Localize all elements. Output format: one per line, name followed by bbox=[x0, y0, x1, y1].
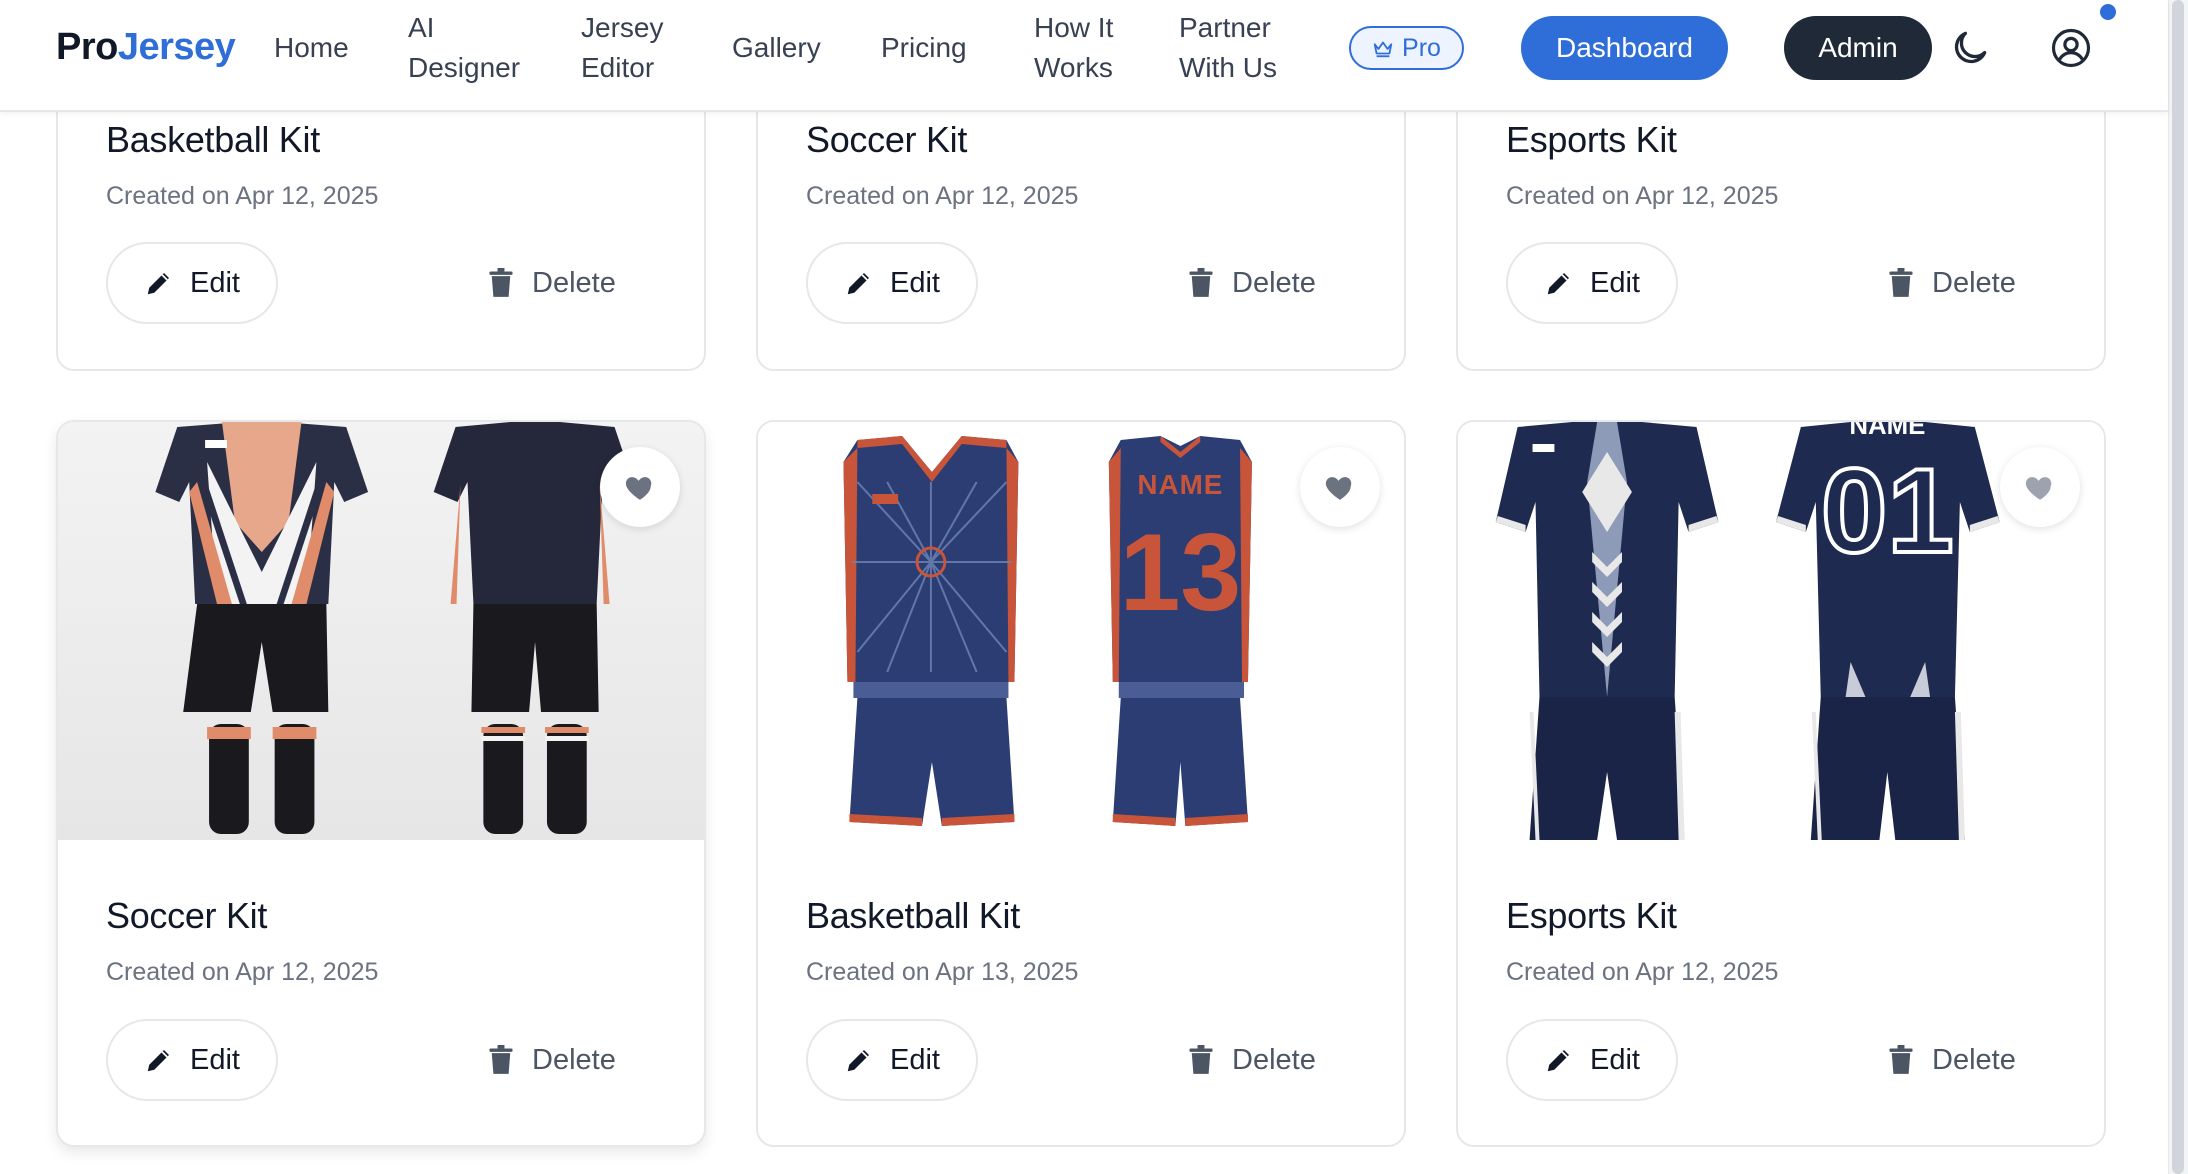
delete-button[interactable]: Delete bbox=[488, 1019, 616, 1101]
edit-label: Edit bbox=[890, 266, 940, 299]
top-navbar: ProJersey Home AI Designer Jersey Editor… bbox=[0, 0, 2168, 112]
user-circle-icon[interactable] bbox=[2050, 27, 2092, 69]
notification-dot bbox=[2100, 4, 2116, 20]
pencil-icon bbox=[147, 273, 169, 295]
trash-icon bbox=[1889, 268, 1913, 297]
heart-icon bbox=[2025, 477, 2052, 500]
card-date: Created on Apr 12, 2025 bbox=[106, 182, 379, 210]
delete-label: Delete bbox=[1932, 1043, 2016, 1076]
card-date: Created on Apr 12, 2025 bbox=[106, 958, 379, 986]
card-title: Soccer Kit bbox=[106, 895, 268, 936]
edit-button[interactable]: Edit bbox=[106, 242, 278, 324]
jersey-back-number: 13 bbox=[1120, 512, 1242, 634]
favorite-button[interactable] bbox=[600, 447, 680, 527]
moon-icon[interactable] bbox=[1948, 26, 1992, 70]
pencil-icon bbox=[1547, 273, 1569, 295]
nav-partner-line2: With Us bbox=[1179, 52, 1277, 83]
brand-logo-jersey: Jersey bbox=[117, 26, 236, 68]
nav-jersey-editor[interactable]: Jersey Editor bbox=[581, 8, 663, 88]
nav-gallery[interactable]: Gallery bbox=[732, 28, 821, 68]
nav-partner-line1: Partner bbox=[1179, 12, 1271, 43]
admin-button[interactable]: Admin bbox=[1784, 16, 1932, 80]
brand-logo-pro: Pro bbox=[56, 26, 118, 68]
delete-button[interactable]: Delete bbox=[488, 242, 616, 324]
edit-label: Edit bbox=[190, 266, 240, 299]
trash-icon bbox=[1189, 268, 1213, 297]
nav-pricing[interactable]: Pricing bbox=[881, 28, 967, 68]
favorite-button[interactable] bbox=[1300, 447, 1380, 527]
delete-button[interactable]: Delete bbox=[1188, 242, 1316, 324]
nav-how-it-works-line2: Works bbox=[1034, 52, 1113, 83]
delete-label: Delete bbox=[532, 1043, 616, 1076]
nav-jersey-editor-line2: Editor bbox=[581, 52, 655, 83]
pencil-icon bbox=[847, 273, 869, 295]
card-title: Basketball Kit bbox=[106, 119, 320, 160]
nav-partner-with-us[interactable]: Partner With Us bbox=[1179, 8, 1277, 88]
delete-label: Delete bbox=[532, 266, 616, 299]
delete-button[interactable]: Delete bbox=[1188, 1019, 1316, 1101]
nav-ai-designer-line1: AI bbox=[408, 12, 435, 43]
design-card: NAME 01 Esports Kit Created on Apr 12, 2… bbox=[1456, 420, 2106, 1147]
nav-jersey-editor-line1: Jersey bbox=[581, 12, 664, 43]
nav-how-it-works-line1: How It bbox=[1034, 12, 1114, 43]
nav-ai-designer-line2: Designer bbox=[408, 52, 521, 83]
edit-button[interactable]: Edit bbox=[106, 1019, 278, 1101]
card-title: Soccer Kit bbox=[806, 119, 968, 160]
card-title: Basketball Kit bbox=[806, 895, 1020, 936]
card-title: Esports Kit bbox=[1506, 895, 1677, 936]
jersey-back-name: NAME bbox=[1137, 469, 1223, 500]
card-title: Esports Kit bbox=[1506, 119, 1677, 160]
edit-button[interactable]: Edit bbox=[1506, 242, 1678, 324]
edit-label: Edit bbox=[1590, 1043, 1640, 1076]
edit-label: Edit bbox=[190, 1043, 240, 1076]
edit-button[interactable]: Edit bbox=[806, 242, 978, 324]
jersey-back-name: NAME bbox=[1849, 422, 1925, 440]
pencil-icon bbox=[847, 1050, 869, 1072]
crown-icon bbox=[1373, 41, 1393, 58]
heart-icon bbox=[625, 477, 652, 500]
card-date: Created on Apr 12, 2025 bbox=[1506, 182, 1779, 210]
heart-icon bbox=[1325, 477, 1352, 500]
card-date: Created on Apr 12, 2025 bbox=[806, 182, 1079, 210]
favorite-button[interactable] bbox=[2000, 447, 2080, 527]
brand-logo[interactable]: ProJersey bbox=[56, 26, 236, 69]
delete-button[interactable]: Delete bbox=[1888, 242, 2016, 324]
delete-label: Delete bbox=[1932, 266, 2016, 299]
pencil-icon bbox=[147, 1050, 169, 1072]
scrollbar-thumb[interactable] bbox=[2172, 0, 2184, 1174]
edit-button[interactable]: Edit bbox=[806, 1019, 978, 1101]
trash-icon bbox=[1189, 1045, 1213, 1074]
trash-icon bbox=[489, 1045, 513, 1074]
jersey-back-number: 01 bbox=[1821, 445, 1954, 578]
pro-badge-label: Pro bbox=[1402, 33, 1441, 62]
delete-label: Delete bbox=[1232, 266, 1316, 299]
delete-label: Delete bbox=[1232, 1043, 1316, 1076]
card-date: Created on Apr 13, 2025 bbox=[806, 958, 1079, 986]
pencil-icon bbox=[1547, 1050, 1569, 1072]
trash-icon bbox=[1889, 1045, 1913, 1074]
nav-ai-designer[interactable]: AI Designer bbox=[408, 8, 520, 88]
design-card: Soccer Kit Created on Apr 12, 2025 Edit … bbox=[56, 420, 706, 1147]
nav-how-it-works[interactable]: How It Works bbox=[1034, 8, 1113, 88]
edit-button[interactable]: Edit bbox=[1506, 1019, 1678, 1101]
trash-icon bbox=[489, 268, 513, 297]
edit-label: Edit bbox=[890, 1043, 940, 1076]
nav-home[interactable]: Home bbox=[274, 28, 349, 68]
design-card: NAME 13 Basketball Kit Created on Apr 13… bbox=[756, 420, 1406, 1147]
dashboard-button[interactable]: Dashboard bbox=[1521, 16, 1728, 80]
pro-badge[interactable]: Pro bbox=[1349, 26, 1464, 70]
card-date: Created on Apr 12, 2025 bbox=[1506, 958, 1779, 986]
delete-button[interactable]: Delete bbox=[1888, 1019, 2016, 1101]
edit-label: Edit bbox=[1590, 266, 1640, 299]
